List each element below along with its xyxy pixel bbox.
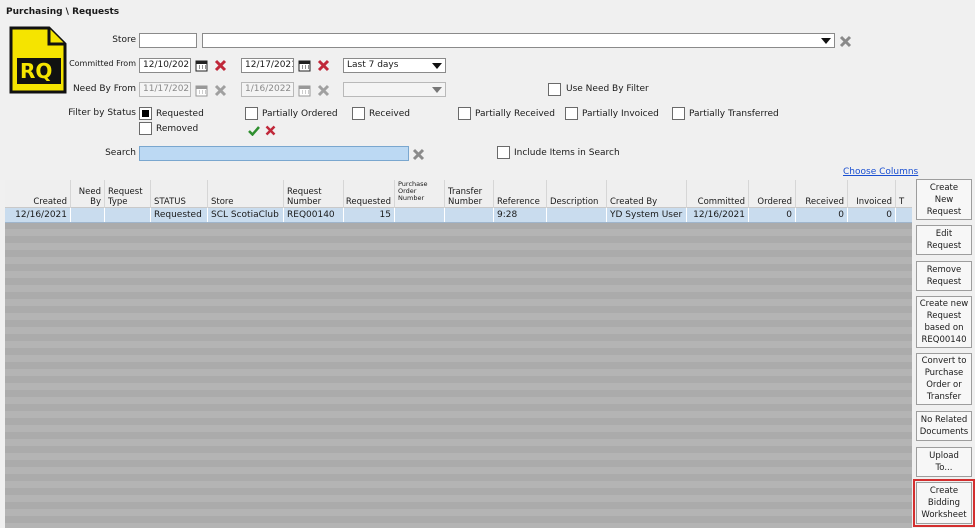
clear-need-by-to-icon[interactable] [317, 84, 330, 97]
include-items-checkbox[interactable] [497, 146, 510, 159]
col-header-committed[interactable]: Committed [687, 180, 749, 208]
chevron-down-icon [821, 38, 831, 44]
col-header-invoiced[interactable]: Invoiced [848, 180, 896, 208]
cell-reference: 9:28 [494, 208, 547, 222]
use-need-by-filter-checkbox[interactable] [548, 83, 561, 96]
cell-need-by [71, 208, 105, 222]
cell-invoiced: 0 [848, 208, 896, 222]
requests-grid: Created Need By Request Type STATUS Stor… [5, 180, 912, 528]
cell-po-number [395, 208, 445, 222]
col-header-need-by[interactable]: Need By [71, 180, 105, 208]
search-label: Search [105, 148, 136, 158]
status-partially-ordered-label: Partially Ordered [262, 109, 338, 119]
need-by-from-label: Need By From [72, 84, 136, 94]
col-header-description[interactable]: Description [547, 180, 607, 208]
create-bidding-worksheet-button[interactable]: Create Bidding Worksheet [913, 479, 975, 527]
col-header-purchase-order-number[interactable]: Purchase Order Number [395, 180, 445, 208]
table-row[interactable]: 12/16/2021 Requested SCL ScotiaClub REQ0… [5, 208, 912, 223]
col-header-reference[interactable]: Reference [494, 180, 547, 208]
create-request-based-on-button[interactable]: Create new Request based on REQ00140 [916, 296, 972, 348]
doc-icon-text: RQ [20, 59, 53, 83]
cell-created-by: YD System User [607, 208, 687, 222]
col-header-truncated[interactable]: T [896, 180, 912, 208]
select-all-check-icon[interactable] [248, 125, 260, 136]
clear-store-icon[interactable] [839, 35, 852, 48]
remove-request-button[interactable]: Remove Request [916, 261, 972, 291]
col-header-received[interactable]: Received [796, 180, 848, 208]
col-header-transfer-number[interactable]: Transfer Number [445, 180, 494, 208]
no-related-documents-button[interactable]: No Related Documents [916, 411, 972, 441]
include-items-label: Include Items in Search [514, 148, 620, 158]
cell-description [547, 208, 607, 222]
breadcrumb: Purchasing \ Requests [6, 7, 120, 17]
store-name-dropdown[interactable] [202, 33, 835, 48]
convert-to-po-or-transfer-button[interactable]: Convert to Purchase Order or Transfer [916, 353, 972, 405]
store-label: Store [112, 35, 136, 45]
date-range-dropdown[interactable]: Last 7 days [343, 58, 446, 73]
status-partially-invoiced-checkbox[interactable] [565, 107, 578, 120]
chevron-down-icon [432, 87, 442, 93]
grid-header: Created Need By Request Type STATUS Stor… [5, 180, 912, 208]
clear-need-by-from-icon[interactable] [214, 84, 227, 97]
store-code-input[interactable] [139, 33, 197, 48]
cell-ordered: 0 [749, 208, 796, 222]
clear-search-icon[interactable] [412, 148, 425, 161]
status-removed-checkbox[interactable] [139, 122, 152, 135]
cell-store: SCL ScotiaClub [208, 208, 284, 222]
need-by-range-dropdown[interactable] [343, 82, 446, 97]
status-received-checkbox[interactable] [352, 107, 365, 120]
col-header-ordered[interactable]: Ordered [749, 180, 796, 208]
clear-committed-to-icon[interactable] [317, 59, 330, 72]
cell-status: Requested [151, 208, 208, 222]
cell-requested: 15 [344, 208, 395, 222]
edit-request-button[interactable]: Edit Request [916, 225, 972, 255]
committed-to-input[interactable]: 12/17/2021 [241, 58, 294, 73]
status-partially-received-label: Partially Received [475, 109, 555, 119]
col-header-request-type[interactable]: Request Type [105, 180, 151, 208]
upload-to-button[interactable]: Upload To... [916, 447, 972, 477]
col-header-status[interactable]: STATUS [151, 180, 208, 208]
committed-from-label: Committed From [69, 59, 136, 68]
cell-request-type [105, 208, 151, 222]
committed-from-input[interactable]: 12/10/2021 [139, 58, 191, 73]
cell-transfer-number [445, 208, 494, 222]
status-requested-label: Requested [156, 109, 204, 119]
status-partially-transferred-label: Partially Transferred [689, 109, 779, 119]
clear-all-x-icon[interactable] [265, 125, 276, 136]
filter-by-status-label: Filter by Status [68, 108, 136, 118]
chevron-down-icon [432, 63, 442, 69]
need-by-from-input[interactable]: 11/17/2021 [139, 82, 191, 97]
status-partially-ordered-checkbox[interactable] [245, 107, 258, 120]
calendar-icon[interactable] [298, 84, 311, 97]
col-header-request-number[interactable]: Request Number [284, 180, 344, 208]
col-header-created[interactable]: Created [5, 180, 71, 208]
choose-columns-link[interactable]: Choose Columns [843, 167, 918, 177]
col-header-created-by[interactable]: Created By [607, 180, 687, 208]
status-partially-transferred-checkbox[interactable] [672, 107, 685, 120]
cell-created: 12/16/2021 [5, 208, 71, 222]
status-requested-checkbox[interactable] [139, 107, 152, 120]
status-removed-label: Removed [156, 124, 199, 134]
calendar-icon[interactable] [195, 84, 208, 97]
status-partially-received-checkbox[interactable] [458, 107, 471, 120]
cell-request-number: REQ00140 [284, 208, 344, 222]
col-header-requested[interactable]: Requested [344, 180, 395, 208]
cell-truncated [896, 208, 912, 222]
col-header-store[interactable]: Store [208, 180, 284, 208]
create-new-request-button[interactable]: Create New Request [916, 179, 972, 220]
cell-committed: 12/16/2021 [687, 208, 749, 222]
request-document-icon: RQ [9, 26, 67, 94]
search-input[interactable] [139, 146, 409, 161]
use-need-by-filter-label: Use Need By Filter [566, 84, 649, 94]
calendar-icon[interactable] [195, 59, 208, 72]
cell-received: 0 [796, 208, 848, 222]
status-received-label: Received [369, 109, 410, 119]
clear-committed-from-icon[interactable] [214, 59, 227, 72]
need-by-to-input[interactable]: 1/16/2022 [241, 82, 294, 97]
status-partially-invoiced-label: Partially Invoiced [582, 109, 659, 119]
calendar-icon[interactable] [298, 59, 311, 72]
